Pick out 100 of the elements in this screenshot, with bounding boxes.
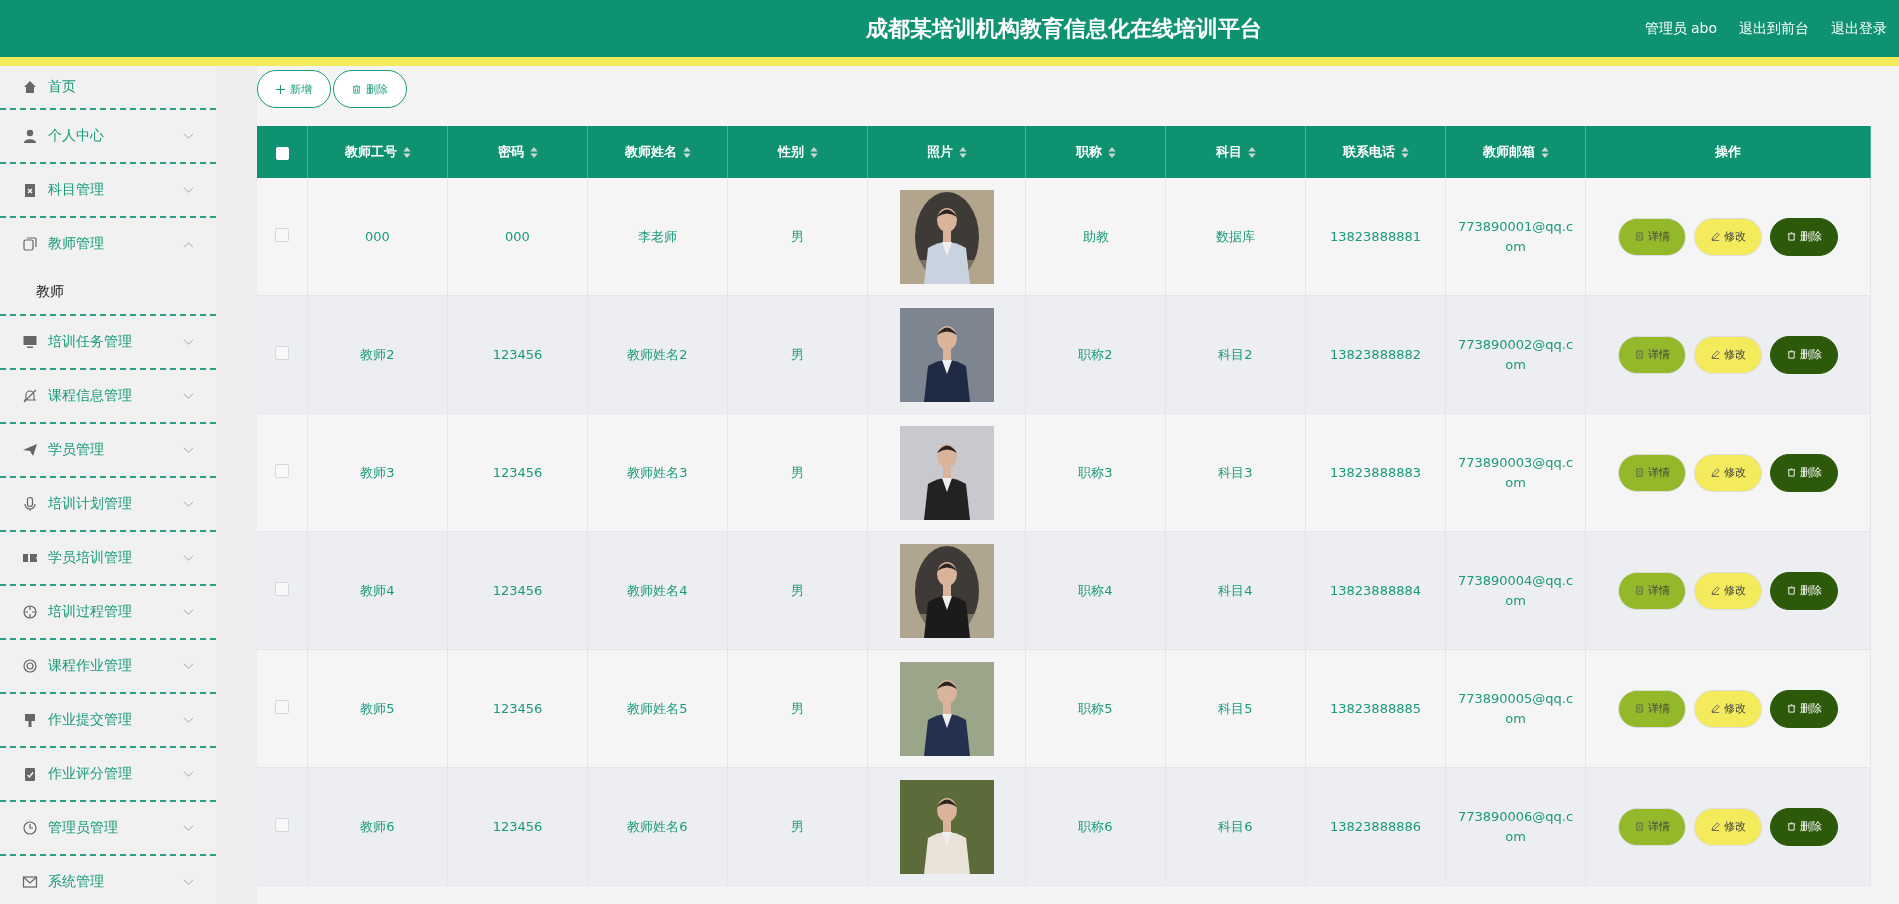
row-checkbox[interactable] — [275, 700, 289, 714]
microphone-icon — [22, 496, 38, 512]
header-link[interactable]: 退出登录 — [1831, 19, 1887, 38]
row-checkbox[interactable] — [275, 582, 289, 596]
edit-button[interactable]: 修改 — [1694, 453, 1762, 492]
sort-icon[interactable] — [1107, 146, 1116, 158]
document-icon — [1634, 822, 1644, 831]
sort-icon[interactable] — [529, 146, 538, 158]
sort-icon[interactable] — [809, 146, 818, 158]
edit-button[interactable]: 修改 — [1694, 335, 1762, 374]
delete-button[interactable]: 删除 — [1770, 335, 1838, 374]
delete-button[interactable]: 删除 — [1770, 807, 1838, 846]
crosshair-icon — [22, 604, 38, 620]
menu-item[interactable]: 培训任务管理 — [0, 316, 216, 368]
plus-icon — [276, 84, 285, 94]
table-cell: 123456 — [447, 649, 588, 768]
row-checkbox[interactable] — [275, 818, 289, 832]
row-checkbox[interactable] — [275, 228, 289, 242]
details-button[interactable]: 详情 — [1618, 217, 1686, 256]
menu-item[interactable]: 课程作业管理 — [0, 640, 216, 692]
table-cell: 科目4 — [1165, 531, 1306, 650]
menu-item[interactable]: 课程信息管理 — [0, 370, 216, 422]
table-cell: 数据库 — [1165, 178, 1306, 296]
table-cell: 13823888882 — [1305, 295, 1446, 414]
edit-button[interactable]: 修改 — [1694, 571, 1762, 610]
table-cell: 男 — [727, 767, 868, 886]
table-cell: 教师6 — [307, 767, 448, 886]
chevron-icon — [183, 132, 194, 140]
table-cell: 773890003@qq.com — [1445, 413, 1586, 532]
column-header: 密码 — [497, 143, 524, 161]
sort-icon[interactable] — [1247, 146, 1256, 158]
menu-item[interactable]: 学员管理 — [0, 424, 216, 476]
document-icon — [1634, 586, 1644, 595]
clock-icon — [22, 820, 38, 836]
checklist-icon — [22, 766, 38, 782]
menu-item[interactable]: 学员培训管理 — [0, 532, 216, 584]
header-link[interactable]: 退出到前台 — [1739, 19, 1809, 38]
sort-icon[interactable] — [682, 146, 691, 158]
menu-item[interactable]: 培训计划管理 — [0, 478, 216, 530]
column-header: 教师姓名 — [624, 143, 677, 161]
menu-item[interactable]: 个人中心 — [0, 110, 216, 162]
table-cell: 123456 — [447, 413, 588, 532]
sort-icon[interactable] — [958, 146, 967, 158]
select-all-checkbox[interactable] — [275, 146, 289, 160]
table-cell: 科目2 — [1165, 295, 1306, 414]
table-cell: 773890006@qq.com — [1445, 767, 1586, 886]
table-cell: 123456 — [447, 295, 588, 414]
column-header: 联系电话 — [1342, 143, 1395, 161]
edit-button[interactable]: 修改 — [1694, 807, 1762, 846]
menu-item[interactable]: 教师管理 — [0, 218, 216, 270]
chevron-icon — [183, 770, 194, 778]
details-button[interactable]: 详情 — [1618, 571, 1686, 610]
row-checkbox[interactable] — [275, 464, 289, 478]
copy-icon — [22, 236, 38, 252]
table-cell: 123456 — [447, 531, 588, 650]
delete-button[interactable]: 删除 — [1770, 217, 1838, 256]
details-button[interactable]: 详情 — [1618, 689, 1686, 728]
edit-button[interactable]: 修改 — [1694, 217, 1762, 256]
table-cell: 773890001@qq.com — [1445, 178, 1586, 296]
menu-item[interactable]: 培训过程管理 — [0, 586, 216, 638]
brush-icon — [22, 712, 38, 728]
chevron-icon — [183, 716, 194, 724]
table-cell: 男 — [727, 413, 868, 532]
menu-item[interactable]: 作业评分管理 — [0, 748, 216, 800]
menu-item[interactable]: 系统管理 — [0, 856, 216, 904]
sort-icon[interactable] — [1540, 146, 1549, 158]
details-button[interactable]: 详情 — [1618, 335, 1686, 374]
details-button[interactable]: 详情 — [1618, 453, 1686, 492]
menu-item[interactable]: 科目管理 — [0, 164, 216, 216]
delete-button[interactable]: 删除 — [1770, 689, 1838, 728]
trash-icon — [1786, 232, 1796, 241]
row-checkbox[interactable] — [275, 346, 289, 360]
table-cell: 男 — [727, 178, 868, 296]
edit-button[interactable]: 修改 — [1694, 689, 1762, 728]
table-cell: 773890005@qq.com — [1445, 649, 1586, 768]
trash-icon — [1786, 586, 1796, 595]
table-cell: 教师姓名3 — [587, 413, 728, 532]
menu-item[interactable]: 首页 — [0, 66, 216, 108]
delete-button[interactable]: 删除 — [333, 70, 407, 108]
add-button[interactable]: 新增 — [257, 70, 331, 108]
trash-icon — [1786, 350, 1796, 359]
submenu-item[interactable]: 教师 — [0, 270, 216, 314]
delete-button[interactable]: 删除 — [1770, 571, 1838, 610]
pencil-icon — [1710, 704, 1720, 713]
menu-item[interactable]: 管理员管理 — [0, 802, 216, 854]
delete-button[interactable]: 删除 — [1770, 453, 1838, 492]
sort-icon[interactable] — [402, 146, 411, 158]
table-cell: 职称2 — [1025, 295, 1166, 414]
sort-icon[interactable] — [1400, 146, 1409, 158]
clipboard-icon — [22, 182, 38, 198]
menu-item[interactable]: 作业提交管理 — [0, 694, 216, 746]
table-cell: 773890004@qq.com — [1445, 531, 1586, 650]
table-cell: 000 — [307, 178, 448, 296]
table-cell: 李老师 — [587, 178, 728, 296]
table-cell: 男 — [727, 295, 868, 414]
table-cell: 教师姓名5 — [587, 649, 728, 768]
details-button[interactable]: 详情 — [1618, 807, 1686, 846]
table-cell: 科目6 — [1165, 767, 1306, 886]
column-header: 操作 — [1715, 143, 1741, 161]
bell-icon — [22, 388, 38, 404]
